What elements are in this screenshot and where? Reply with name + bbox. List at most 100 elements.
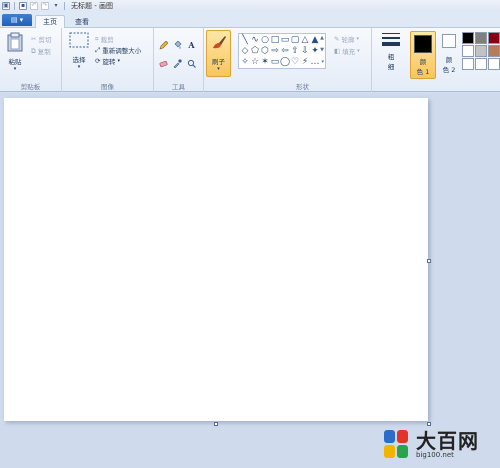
text-tool-icon[interactable]: A [186,39,197,50]
fill-bucket-icon[interactable] [172,40,183,51]
callout-rectangle-shape-icon[interactable]: ▭ [270,57,280,67]
separator [64,2,65,10]
six-point-star-shape-icon[interactable]: ✶ [260,57,270,67]
palette-custom-1[interactable] [462,58,474,70]
heart-shape-icon[interactable]: ♡ [290,57,300,67]
resize-label: 重新调整大小 [102,47,142,55]
line-shape-icon[interactable]: ╲ [240,35,250,45]
palette-black[interactable] [462,32,474,44]
size-button[interactable]: 粗 细 [378,32,404,71]
rounded-rectangle-shape-icon[interactable]: ▭ [280,35,290,45]
tools-group-label: 工具 [172,83,185,91]
brushes-button[interactable]: 刷子 ▾ [206,30,231,77]
copy-icon: ⧉ [31,46,36,55]
cut-label: 剪切 [38,36,52,44]
color2-label-1: 颜 [445,56,453,64]
oval-shape-icon[interactable]: ○ [260,35,270,45]
right-arrow-shape-icon[interactable]: ⇨ [270,46,280,56]
more-shapes-icon[interactable]: … [310,57,320,67]
copy-label: 复制 [37,48,51,56]
paint-app-icon[interactable]: ▣ [2,2,10,10]
brush-icon [212,36,226,49]
right-triangle-shape-icon[interactable]: ▲ [310,35,320,45]
chevron-down-icon: ▾ [356,36,359,42]
color-picker-icon[interactable] [172,58,183,69]
fill-icon: ◧ [334,47,341,55]
redo-icon[interactable]: ↷ [41,2,49,10]
select-label: 选择 [72,56,86,64]
polygon-shape-icon[interactable]: ▢ [290,35,300,45]
five-point-star-shape-icon[interactable]: ✧ [240,57,250,67]
gallery-scroll-down-icon[interactable]: ▼ [320,47,324,53]
cut-button[interactable]: ✂ 剪切 [31,34,51,44]
palette-dark-red[interactable] [488,32,500,44]
drawing-canvas[interactable] [4,98,428,421]
callout-oval-shape-icon[interactable]: ◯ [280,57,290,67]
left-arrow-shape-icon[interactable]: ⇦ [280,46,290,56]
tab-home[interactable]: 主页 [35,15,65,28]
clipboard-group: 粘贴 ▾ ✂ 剪切 ⧉ 复制 剪贴板 [0,28,62,92]
diamond-shape-icon[interactable]: ◇ [240,46,250,56]
select-button[interactable]: 选择 ▾ [66,32,92,70]
eraser-icon[interactable] [158,58,169,69]
pentagon-shape-icon[interactable]: ⬠ [250,46,260,56]
gallery-expand-icon[interactable]: ▾ [321,59,324,65]
palette-gray[interactable] [475,32,487,44]
pencil-icon[interactable] [158,40,169,51]
shapes-gallery: ╲ ∿ ○ □ ▭ ▢ △ ▲ ◇ ⬠ ⬡ ⇨ ⇦ ⇧ ⇩ ✦ ✧ ☆ ✶ ▭ … [238,33,326,69]
hexagon-shape-icon[interactable]: ⬡ [260,46,270,56]
chevron-down-icon: ▾ [357,48,360,54]
palette-brown[interactable] [488,45,500,57]
scissors-icon: ✂ [31,35,37,43]
file-menu-button[interactable]: ▤ ▾ [2,14,32,26]
curve-shape-icon[interactable]: ∿ [250,35,260,45]
tools-group: A 工具 [154,28,204,92]
color2-button[interactable]: 颜 色 2 [439,34,459,74]
palette-custom-2[interactable] [475,58,487,70]
rotate-icon: ⟳ [95,57,101,65]
selection-icon [69,32,89,48]
chevron-down-icon: ▾ [217,66,220,72]
resize-button[interactable]: ⤢ 重新调整大小 [95,45,142,56]
triangle-shape-icon[interactable]: △ [300,35,310,45]
resize-handle-corner[interactable] [427,422,431,426]
color1-button[interactable]: 颜 色 1 [410,31,436,79]
tab-view[interactable]: 查看 [67,15,97,28]
pen-icon: ✎ [334,35,340,43]
copy-button[interactable]: ⧉ 复制 [31,46,51,57]
resize-handle-bottom[interactable] [214,422,218,426]
magnifier-icon[interactable] [186,58,197,69]
palette-white[interactable] [462,45,474,57]
shapes-group-label: 形状 [296,83,309,91]
fill-label: 填充 [342,48,356,56]
title-bar: ▣ ▪ ↶ ↷ ▾ 无标题 - 画图 [0,0,500,12]
crop-label: 裁剪 [100,36,114,44]
image-group-label: 图像 [101,83,114,91]
rotate-label: 旋转 [102,58,116,66]
rotate-button[interactable]: ⟳ 旋转 ▾ [95,56,120,66]
outline-button[interactable]: ✎ 轮廓 ▾ [334,34,359,44]
paste-button[interactable]: 粘贴 ▾ [4,32,26,72]
resize-handle-right[interactable] [427,259,431,263]
outline-label: 轮廓 [341,36,355,44]
lightning-shape-icon[interactable]: ⚡ [300,57,310,67]
down-arrow-shape-icon[interactable]: ⇩ [300,46,310,56]
rectangle-shape-icon[interactable]: □ [270,35,280,45]
canvas-workspace [0,93,500,468]
line-width-icon [382,33,400,46]
palette-custom-3[interactable] [488,58,500,70]
fill-button[interactable]: ◧ 填充 ▾ [334,46,360,56]
color2-label-2: 色 2 [442,66,456,74]
palette-light-gray[interactable] [475,45,487,57]
color1-label-1: 颜 [419,58,427,66]
crop-button[interactable]: ⌗ 裁剪 [95,34,114,45]
up-arrow-shape-icon[interactable]: ⇧ [290,46,300,56]
watermark: 大百网 big100.net [382,428,479,462]
save-icon[interactable]: ▪ [19,2,27,10]
star-shape-icon[interactable]: ☆ [250,57,260,67]
customize-toolbar-icon[interactable]: ▾ [52,2,60,10]
gallery-scroll-up-icon[interactable]: ▲ [320,35,324,41]
undo-icon[interactable]: ↶ [30,2,38,10]
four-point-star-shape-icon[interactable]: ✦ [310,46,320,56]
resize-icon: ⤢ [95,45,101,54]
